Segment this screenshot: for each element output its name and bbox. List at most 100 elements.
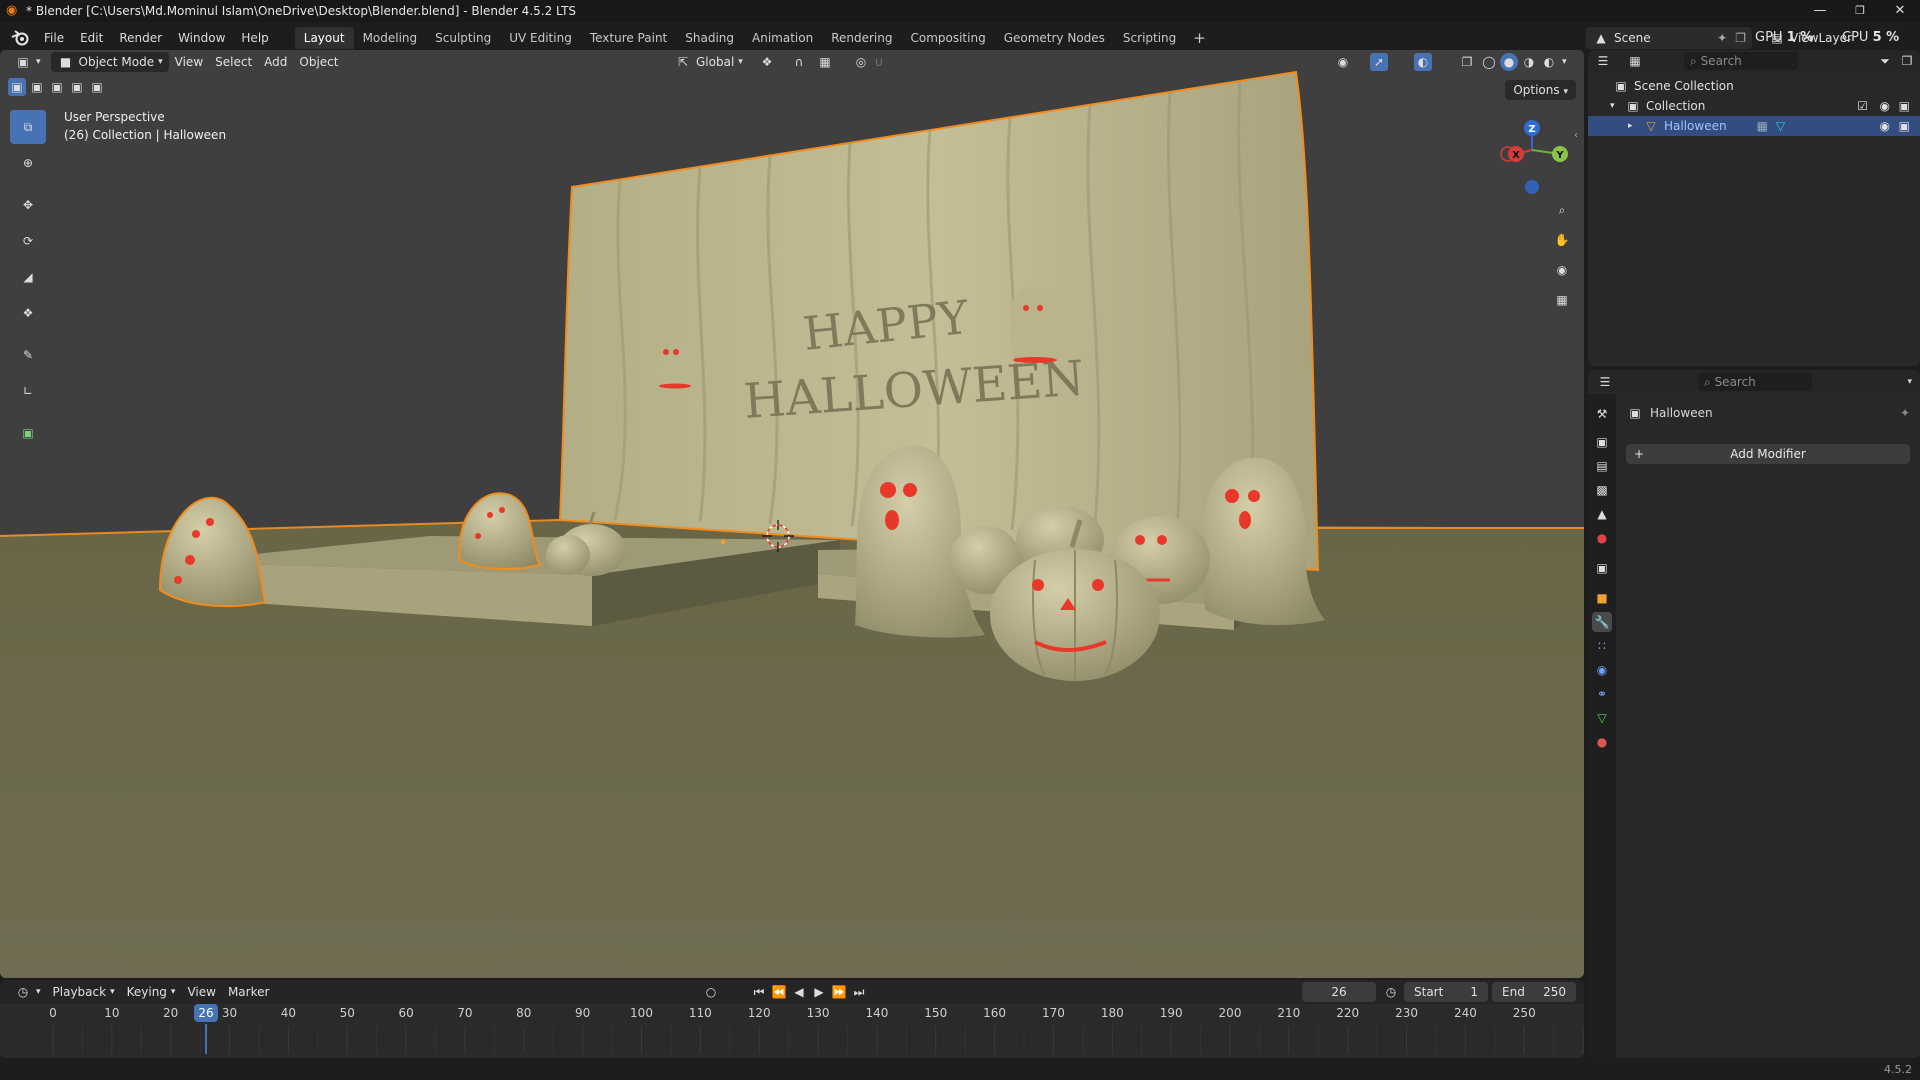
outliner-editor-icon[interactable]: ☰ — [1594, 52, 1612, 70]
vp-menu-add[interactable]: Add — [258, 52, 293, 72]
eye-icon[interactable]: ◉ — [1880, 99, 1890, 113]
new-collection-icon[interactable]: ❐ — [1898, 52, 1916, 70]
pivot-point-button[interactable]: ❖ — [752, 52, 782, 72]
options-dropdown[interactable]: Options ▾ — [1505, 80, 1576, 100]
mesh-data-icon[interactable]: ▽ — [1776, 119, 1785, 133]
blender-logo-icon[interactable] — [10, 28, 30, 48]
display-mode-icon[interactable]: ▦ — [1626, 52, 1644, 70]
tl-menu-keying[interactable]: Keying ▾ — [121, 982, 182, 1002]
outliner-row-halloween[interactable]: ▸ ▽ Halloween ▦ ▽ ◉ ▣ — [1588, 116, 1920, 136]
tab-scene[interactable]: ▲ — [1592, 504, 1612, 524]
auto-keying-toggle[interactable]: ○ — [696, 982, 726, 1002]
close-button[interactable]: ✕ — [1880, 0, 1920, 22]
minimize-button[interactable]: — — [1800, 0, 1840, 22]
chevron-down-icon[interactable]: ▾ — [1610, 101, 1624, 111]
transform-orientation-selector[interactable]: ⇱ Global ▾ — [668, 52, 749, 72]
select-subtract-icon[interactable]: ▣ — [48, 78, 66, 96]
preview-range-clock-icon[interactable]: ◷ — [1382, 983, 1400, 1001]
menu-render[interactable]: Render — [111, 27, 170, 49]
menu-help[interactable]: Help — [233, 27, 276, 49]
tab-particles[interactable]: ∷ — [1592, 636, 1612, 656]
move-tool[interactable]: ✥ — [10, 188, 46, 222]
annotate-tool[interactable]: ✎ — [10, 338, 46, 372]
tab-rendering[interactable]: Rendering — [822, 27, 901, 49]
scale-tool[interactable]: ◢ — [10, 260, 46, 294]
tab-scripting[interactable]: Scripting — [1114, 27, 1185, 49]
tab-animation[interactable]: Animation — [743, 27, 822, 49]
rotate-tool[interactable]: ⟳ — [10, 224, 46, 258]
start-frame-field[interactable]: Start 1 — [1404, 982, 1488, 1002]
properties-search-input[interactable]: ⌕ Search — [1698, 373, 1812, 391]
tab-world[interactable]: ● — [1592, 528, 1612, 548]
tab-tool[interactable]: ⚒ — [1592, 404, 1612, 424]
camera-render-icon[interactable]: ▣ — [1899, 99, 1910, 113]
vp-menu-select[interactable]: Select — [209, 52, 258, 72]
properties-editor-icon[interactable]: ☰ — [1596, 373, 1614, 391]
tab-modifiers[interactable]: 🔧 — [1592, 612, 1612, 632]
tab-constraints[interactable]: ⚭ — [1592, 684, 1612, 704]
end-frame-field[interactable]: End 250 — [1492, 982, 1576, 1002]
mode-selector[interactable]: ■ Object Mode ▾ — [50, 52, 169, 72]
tab-compositing[interactable]: Compositing — [901, 27, 994, 49]
menu-window[interactable]: Window — [170, 27, 233, 49]
select-extend-icon[interactable]: ▣ — [28, 78, 46, 96]
timeline-editor-type-button[interactable]: ◷ ▾ — [8, 982, 47, 1002]
transform-tool[interactable]: ❖ — [10, 296, 46, 330]
tab-material[interactable]: ● — [1592, 732, 1612, 752]
outliner-search-input[interactable]: ⌕ Search — [1684, 52, 1798, 70]
visibility-toggle[interactable]: ◉ — [1328, 52, 1358, 72]
perspective-toggle-button[interactable]: ▦ — [1550, 288, 1574, 312]
add-workspace-button[interactable]: + — [1185, 29, 1214, 47]
exclude-checkbox[interactable]: ☑ — [1857, 99, 1868, 113]
shading-options-button[interactable]: ▾ — [1556, 52, 1573, 72]
tab-shading[interactable]: Shading — [676, 27, 743, 49]
tl-menu-marker[interactable]: Marker — [222, 982, 275, 1002]
select-intersect-icon[interactable]: ▣ — [88, 78, 106, 96]
tab-object[interactable]: ■ — [1592, 588, 1612, 608]
current-frame-field[interactable]: 26 — [1302, 982, 1376, 1002]
tab-texture-paint[interactable]: Texture Paint — [581, 27, 676, 49]
3d-viewport[interactable]: HAPPY HALLOWEEN Z X Y ▣ ▾ ■ Object Mode … — [0, 50, 1584, 978]
chevron-right-icon[interactable]: ▸ — [1628, 121, 1642, 131]
menu-edit[interactable]: Edit — [72, 27, 111, 49]
add-cube-tool[interactable]: ▣ — [10, 416, 46, 450]
select-new-icon[interactable]: ▣ — [8, 78, 26, 96]
tab-physics[interactable]: ◉ — [1592, 660, 1612, 680]
outliner-row-collection[interactable]: ▾ ▣ Collection ☑ ◉ ▣ — [1588, 96, 1920, 116]
cursor-tool[interactable]: ⊕ — [10, 146, 46, 180]
tab-layout[interactable]: Layout — [294, 27, 354, 49]
add-modifier-button[interactable]: + Add Modifier — [1626, 444, 1910, 464]
camera-render-icon[interactable]: ▣ — [1899, 119, 1910, 133]
timeline-ruler[interactable]: 0 10 20 30 40 50 60 70 80 90 100 110 120 130 140 150 160… — [0, 1004, 1584, 1024]
tab-uv-editing[interactable]: UV Editing — [500, 27, 581, 49]
tab-geometry-nodes[interactable]: Geometry Nodes — [995, 27, 1114, 49]
tl-menu-view[interactable]: View — [181, 982, 221, 1002]
maximize-button[interactable]: ❐ — [1840, 0, 1880, 22]
tab-collection[interactable]: ▣ — [1592, 558, 1612, 578]
zoom-button[interactable]: ⌕ — [1550, 198, 1574, 222]
tab-modeling[interactable]: Modeling — [354, 27, 427, 49]
vp-menu-view[interactable]: View — [169, 52, 209, 72]
sidebar-toggle-icon[interactable]: ‹ — [1574, 130, 1578, 141]
camera-view-button[interactable]: ◉ — [1550, 258, 1574, 282]
overlays-toggle[interactable]: ◐ — [1408, 52, 1438, 72]
tl-menu-playback[interactable]: Playback ▾ — [47, 982, 121, 1002]
playhead-badge[interactable]: 26 — [194, 1004, 218, 1022]
vp-menu-object[interactable]: Object — [293, 52, 344, 72]
outliner-row-scene-collection[interactable]: ▣ Scene Collection — [1588, 76, 1920, 96]
menu-file[interactable]: File — [36, 27, 72, 49]
tab-sculpting[interactable]: Sculpting — [426, 27, 500, 49]
snap-target-button[interactable]: ▦ — [810, 52, 840, 72]
pin-icon[interactable]: ✦ — [1900, 406, 1910, 420]
falloff-button[interactable]: ∪ — [864, 52, 894, 72]
new-scene-icon[interactable]: ❐ — [1735, 31, 1746, 45]
gizmo-toggle[interactable]: ➚ — [1364, 52, 1394, 72]
pin-icon[interactable]: ✦ — [1717, 31, 1727, 45]
scene-selector[interactable]: ▲ Scene ✦ ❐ — [1586, 27, 1752, 49]
filter-icon[interactable]: ⏷ — [1876, 52, 1894, 70]
jump-to-end-button[interactable]: ⏭ — [844, 982, 874, 1002]
modifier-wrench-icon[interactable]: ▦ — [1757, 119, 1768, 133]
tab-data[interactable]: ▽ — [1592, 708, 1612, 728]
editor-type-button[interactable]: ▣ ▾ — [8, 52, 47, 72]
tab-output[interactable]: ▤ — [1592, 456, 1612, 476]
